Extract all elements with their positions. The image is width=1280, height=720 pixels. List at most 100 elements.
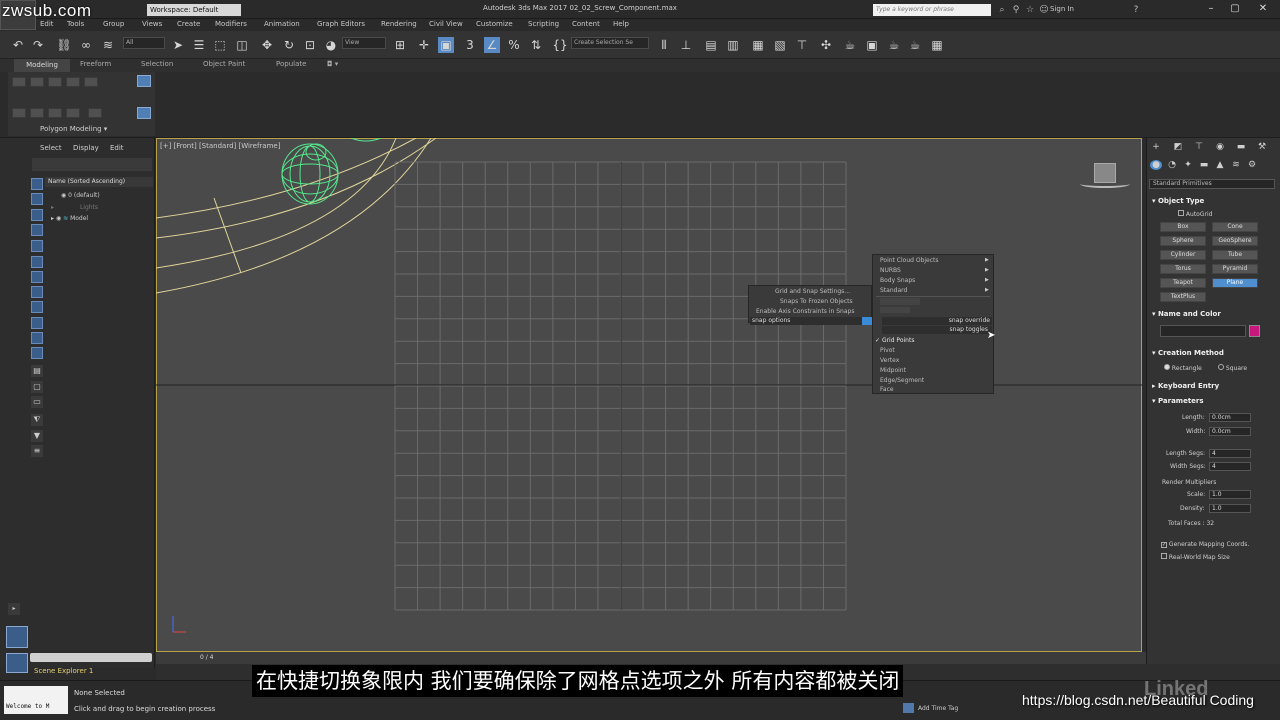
window-crossing-icon[interactable]: ◫ <box>234 37 250 53</box>
align-icon[interactable]: ⊥ <box>678 37 694 53</box>
object-color-swatch[interactable] <box>1249 325 1260 337</box>
cylinder-button[interactable]: Cylinder <box>1160 250 1206 260</box>
ribbon-button[interactable] <box>12 77 26 87</box>
se-filter-icon[interactable] <box>31 256 43 268</box>
utilities-tab-icon[interactable]: ⚒ <box>1256 142 1268 152</box>
menu-views[interactable]: Views <box>142 20 162 28</box>
menu-item-standard[interactable]: Standard <box>880 287 907 294</box>
menu-modifiers[interactable]: Modifiers <box>215 20 247 28</box>
hierarchy-tab-icon[interactable]: ⊤ <box>1193 142 1205 152</box>
textplus-button[interactable]: TextPlus <box>1160 292 1206 302</box>
schematic-view-icon[interactable]: ⊤ <box>794 37 810 53</box>
add-time-tag-button[interactable]: Add Time Tag <box>918 705 958 712</box>
layer-explorer-icon[interactable]: ▤ <box>703 37 719 53</box>
rectangle-selection-icon[interactable]: ⬚ <box>212 37 228 53</box>
se-scrollbar[interactable] <box>30 653 152 662</box>
tab-object-paint[interactable]: Object Paint <box>203 60 245 68</box>
radio-square[interactable]: Square <box>1218 364 1247 372</box>
se-filter-icon[interactable] <box>31 332 43 344</box>
select-by-name-icon[interactable]: ☰ <box>191 37 207 53</box>
menu-content[interactable]: Content <box>572 20 600 28</box>
help-search-icon[interactable]: ⚲ <box>1010 4 1022 16</box>
ribbon-button[interactable] <box>30 77 44 87</box>
material-editor-icon[interactable]: ✣ <box>818 37 834 53</box>
ribbon-button[interactable] <box>48 108 62 118</box>
reference-coordinate-dropdown[interactable]: View <box>342 37 386 49</box>
object-name-input[interactable] <box>1160 325 1246 337</box>
render-setup-icon[interactable]: ☕ <box>842 37 858 53</box>
eye-icon[interactable]: ◉ <box>56 215 61 222</box>
se-filter-icon[interactable] <box>31 347 43 359</box>
menu-item-axis-constraints[interactable]: Enable Axis Constraints in Snaps <box>756 308 854 315</box>
tab-modeling[interactable]: Modeling <box>14 59 70 72</box>
select-object-icon[interactable]: ➤ <box>170 37 186 53</box>
menu-item-face[interactable]: Face <box>880 386 894 393</box>
geometry-icon[interactable]: ● <box>1150 160 1162 170</box>
generate-mapping-checkbox[interactable]: ✓ Generate Mapping Coords. <box>1161 541 1249 548</box>
se-filter-icon[interactable]: ⧨ <box>31 414 43 426</box>
ribbon-options-icon[interactable]: ◘ ▾ <box>327 60 338 68</box>
ribbon-button[interactable] <box>66 77 80 87</box>
link-icon[interactable]: ⛓ <box>56 37 72 53</box>
teapot-button[interactable]: Teapot <box>1160 278 1206 288</box>
primitive-category-dropdown[interactable]: Standard Primitives <box>1149 179 1275 189</box>
ribbon-pin-icon[interactable] <box>137 75 151 87</box>
tab-selection[interactable]: Selection <box>141 60 173 68</box>
rollout-keyboard-entry[interactable]: ▸ Keyboard Entry <box>1152 382 1219 390</box>
cone-button[interactable]: Cone <box>1212 222 1258 232</box>
render-production-icon[interactable]: ☕ <box>886 37 902 53</box>
scale-spinner[interactable]: 1.0 <box>1209 490 1251 499</box>
se-filter-icon[interactable] <box>31 317 43 329</box>
se-layers-icon[interactable]: ≡ <box>31 445 43 457</box>
se-filter-icon[interactable] <box>31 301 43 313</box>
helpers-icon[interactable]: ▲ <box>1214 160 1226 170</box>
se-tab-select[interactable]: Select <box>40 144 62 152</box>
menu-animation[interactable]: Animation <box>264 20 300 28</box>
ribbon-pin-icon[interactable] <box>137 107 151 119</box>
ribbon-button[interactable] <box>84 77 98 87</box>
length-segs-spinner[interactable]: 4 <box>1209 449 1251 458</box>
real-world-check[interactable] <box>1161 553 1167 559</box>
undo-icon[interactable]: ↶ <box>10 37 26 53</box>
se-layer-icon[interactable] <box>31 193 43 205</box>
expand-icon[interactable]: ▸ <box>51 215 54 222</box>
menu-help[interactable]: Help <box>613 20 629 28</box>
motion-tab-icon[interactable]: ◉ <box>1214 142 1226 152</box>
spinner-snap-icon[interactable]: ⇅ <box>528 37 544 53</box>
se-expand-icon[interactable]: ▸ <box>8 603 20 615</box>
autogrid-check[interactable] <box>1178 210 1184 216</box>
lights-icon[interactable]: ✦ <box>1182 160 1194 170</box>
mapping-check[interactable]: ✓ <box>1161 542 1167 548</box>
ribbon-button[interactable] <box>30 108 44 118</box>
real-world-checkbox[interactable]: Real-World Map Size <box>1161 553 1230 561</box>
se-funnel-icon[interactable]: ▼ <box>31 430 43 442</box>
menu-group[interactable]: Group <box>103 20 124 28</box>
menu-scripting[interactable]: Scripting <box>528 20 559 28</box>
move-icon[interactable]: ✥ <box>259 37 275 53</box>
viewport-label[interactable]: [+] [Front] [Standard] [Wireframe] <box>160 142 280 150</box>
se-save-icon[interactable]: ▤ <box>31 365 43 377</box>
tube-button[interactable]: Tube <box>1212 250 1258 260</box>
viewport-layout-grid-icon[interactable] <box>6 653 28 673</box>
render-iterative-icon[interactable]: ☕ <box>907 37 923 53</box>
angle-snap-icon[interactable]: ∠ <box>484 37 500 53</box>
selection-filter-dropdown[interactable]: All <box>123 37 165 49</box>
se-document-icon[interactable]: ▭ <box>31 396 43 408</box>
menu-tools[interactable]: Tools <box>67 20 84 28</box>
star-icon[interactable]: ☆ <box>1024 4 1036 16</box>
snaps-toggle-icon[interactable]: 3 <box>462 37 478 53</box>
named-selection-set-dropdown[interactable]: Create Selection Se <box>571 37 649 49</box>
list-item[interactable]: ▸ Lights <box>45 202 153 213</box>
width-spinner[interactable]: 0.0cm <box>1209 427 1251 436</box>
radio-dot[interactable] <box>1164 364 1170 370</box>
ribbon-button[interactable] <box>12 108 26 118</box>
modify-tab-icon[interactable]: ◩ <box>1172 142 1184 152</box>
rollout-object-type[interactable]: ▾ Object Type <box>1152 197 1204 205</box>
shapes-icon[interactable]: ◔ <box>1166 160 1178 170</box>
se-filter-icon[interactable] <box>31 224 43 236</box>
tab-freeform[interactable]: Freeform <box>80 60 111 68</box>
user-icon[interactable]: ☺ <box>1038 4 1050 16</box>
rollout-parameters[interactable]: ▾ Parameters <box>1152 397 1204 405</box>
systems-icon[interactable]: ⚙ <box>1246 160 1258 170</box>
autogrid-checkbox[interactable]: AutoGrid <box>1178 210 1212 218</box>
